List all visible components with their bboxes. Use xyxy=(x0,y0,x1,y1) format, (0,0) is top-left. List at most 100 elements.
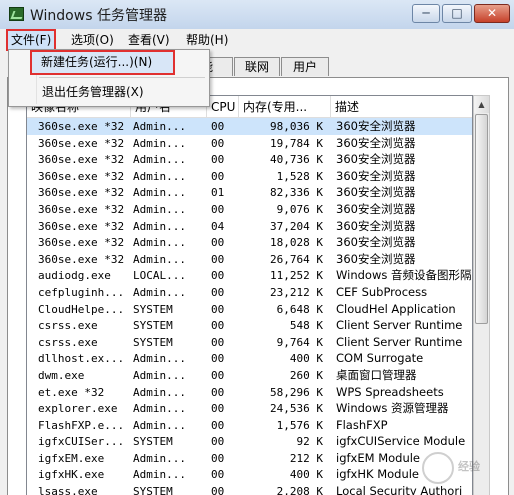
process-row[interactable]: csrss.exe SYSTEM 00 9,764 K Client Server Ru… xyxy=(27,334,472,351)
tab-networking[interactable]: 联网 xyxy=(234,57,280,76)
column-cpu[interactable]: CPU xyxy=(207,96,239,118)
column-memory[interactable]: 内存(专用... xyxy=(239,96,331,118)
process-cpu: 00 xyxy=(211,418,225,432)
process-user-name: Admin... xyxy=(133,385,186,399)
process-user-name: Admin... xyxy=(133,418,186,432)
process-row[interactable]: dwm.exe Admin... 00 260 K 桌面窗口管理器 xyxy=(27,367,472,384)
process-image-name: explorer.exe xyxy=(38,402,118,416)
tab-users[interactable]: 用户 xyxy=(281,57,329,76)
process-user-name: Admin... xyxy=(133,468,186,482)
process-cpu: 00 xyxy=(211,285,225,299)
process-image-name: dllhost.ex... xyxy=(38,352,125,366)
process-cpu: 00 xyxy=(211,302,225,316)
process-cpu: 00 xyxy=(211,136,225,150)
maximize-button[interactable]: □ xyxy=(442,4,472,23)
process-cpu: 00 xyxy=(211,468,225,482)
process-row[interactable]: lsass.exe SYSTEM 00 2,208 K Local Security A… xyxy=(27,483,472,495)
process-row[interactable]: 360se.exe *32 Admin... 04 37,204 K 360安全浏览器 xyxy=(27,218,472,235)
process-memory: 26,764 K xyxy=(270,252,323,266)
process-row[interactable]: et.exe *32 Admin... 00 58,296 K WPS Spreadsh… xyxy=(27,384,472,401)
process-description: 桌面窗口管理器 xyxy=(336,367,417,382)
process-row[interactable]: explorer.exe Admin... 00 24,536 K Windows 资源… xyxy=(27,400,472,417)
process-user-name: SYSTEM xyxy=(133,435,173,449)
process-row[interactable]: 360se.exe *32 Admin... 00 19,784 K 360安全浏览器 xyxy=(27,135,472,152)
process-image-name: csrss.exe xyxy=(38,335,98,349)
process-cpu: 00 xyxy=(211,153,225,167)
process-memory: 11,252 K xyxy=(270,269,323,283)
process-image-name: 360se.exe *32 xyxy=(38,169,125,183)
process-user-name: Admin... xyxy=(133,368,186,382)
process-image-name: CloudHelpe... xyxy=(38,302,125,316)
process-image-name: 360se.exe *32 xyxy=(38,136,125,150)
process-image-name: 360se.exe *32 xyxy=(38,219,125,233)
process-cpu: 00 xyxy=(211,236,225,250)
process-memory: 9,764 K xyxy=(276,335,323,349)
process-row[interactable]: dllhost.ex... Admin... 00 400 K COM Surrogat… xyxy=(27,350,472,367)
process-cpu: 00 xyxy=(211,385,225,399)
process-description: FlashFXP xyxy=(336,417,388,432)
process-user-name: Admin... xyxy=(133,252,186,266)
process-description: Client Server Runtime xyxy=(336,318,463,333)
process-row[interactable]: 360se.exe *32 Admin... 00 18,028 K 360安全浏览器 xyxy=(27,234,472,251)
process-row[interactable]: 360se.exe *32 Admin... 00 26,764 K 360安全浏览器 xyxy=(27,251,472,268)
process-cpu: 00 xyxy=(211,120,225,133)
scrollbar-thumb[interactable] xyxy=(475,114,488,324)
process-description: 360安全浏览器 xyxy=(336,152,416,167)
process-row[interactable]: 360se.exe *32 Admin... 00 9,076 K 360安全浏览器 xyxy=(27,201,472,218)
process-row[interactable]: csrss.exe SYSTEM 00 548 K Client Server Runt… xyxy=(27,317,472,334)
title-bar: Windows 任务管理器 ─ □ ✕ xyxy=(0,0,514,30)
process-user-name: Admin... xyxy=(133,236,186,250)
process-memory: 18,028 K xyxy=(270,236,323,250)
menu-bar: 文件(F) 选项(O) 查看(V) 帮助(H) xyxy=(0,29,514,51)
menu-help[interactable]: 帮助(H) xyxy=(184,31,230,48)
menu-item-exit-task-manager[interactable]: 退出任务管理器(X) xyxy=(9,81,209,103)
vertical-scrollbar[interactable]: ▲ xyxy=(473,95,490,495)
process-row[interactable]: 360se.exe *32 Admin... 00 98,036 K 360安全浏览器 xyxy=(27,118,472,135)
process-row[interactable]: CloudHelpe... SYSTEM 00 6,648 K CloudHel App… xyxy=(27,301,472,318)
process-image-name: 360se.exe *32 xyxy=(38,252,125,266)
process-image-name: FlashFXP.e... xyxy=(38,418,125,432)
window-title: Windows 任务管理器 xyxy=(30,8,167,24)
process-row[interactable]: igfxCUISer... SYSTEM 00 92 KigfxCUIService … xyxy=(27,433,472,450)
process-description: 360安全浏览器 xyxy=(336,135,416,150)
process-row[interactable]: FlashFXP.e... Admin... 00 1,576 K FlashFXP xyxy=(27,417,472,434)
process-row[interactable]: 360se.exe *32 Admin... 00 1,528 K 360安全浏览器 xyxy=(27,168,472,185)
menu-options[interactable]: 选项(O) xyxy=(69,31,116,48)
process-rows: 360se.exe *32 Admin... 00 98,036 K 360安全浏览器 3… xyxy=(27,118,472,495)
menu-view[interactable]: 查看(V) xyxy=(126,31,172,48)
process-row[interactable]: igfxHK.exe Admin... 00 400 KigfxHK Module xyxy=(27,466,472,483)
process-memory: 40,736 K xyxy=(270,153,323,167)
process-user-name: Admin... xyxy=(133,285,186,299)
process-row[interactable]: audiodg.exe LOCAL... 00 11,252 K Windows 音频设… xyxy=(27,267,472,284)
process-description: CEF SubProcess xyxy=(336,284,428,299)
process-row[interactable]: cefpluginh... Admin... 00 23,212 K CEF SubPr… xyxy=(27,284,472,301)
close-button[interactable]: ✕ xyxy=(474,4,510,23)
process-list[interactable]: 映像名称 用户名 CPU 内存(专用... 描述 360se.exe *32 Ad… xyxy=(26,95,473,495)
process-cpu: 00 xyxy=(211,335,225,349)
process-image-name: audiodg.exe xyxy=(38,269,111,283)
process-memory: 400 K xyxy=(289,352,323,366)
process-image-name: csrss.exe xyxy=(38,319,98,333)
process-image-name: igfxCUISer... xyxy=(38,435,125,449)
process-user-name: Admin... xyxy=(133,186,186,200)
process-description: 360安全浏览器 xyxy=(336,168,416,183)
paw-icon xyxy=(422,452,454,484)
scroll-up-arrow-icon[interactable]: ▲ xyxy=(474,96,489,113)
menu-file[interactable]: 文件(F) xyxy=(6,29,57,51)
process-description: Client Server Runtime xyxy=(336,334,463,349)
process-description: 360安全浏览器 xyxy=(336,119,416,133)
process-row[interactable]: igfxEM.exe Admin... 00 212 KigfxEM Module xyxy=(27,450,472,467)
menu-item-new-task[interactable]: 新建任务(运行...)(N) xyxy=(30,50,175,75)
process-memory: 19,784 K xyxy=(270,136,323,150)
process-memory: 92 K xyxy=(296,435,324,449)
process-user-name: Admin... xyxy=(133,352,186,366)
process-row[interactable]: 360se.exe *32 Admin... 01 82,336 K 360安全浏览器 xyxy=(27,184,472,201)
process-description: CloudHel Application xyxy=(336,301,456,316)
process-cpu: 00 xyxy=(211,319,225,333)
process-cpu: 01 xyxy=(211,186,225,200)
process-cpu: 00 xyxy=(211,435,225,449)
minimize-button[interactable]: ─ xyxy=(412,4,440,23)
column-description[interactable]: 描述 xyxy=(331,96,472,118)
process-image-name: 360se.exe *32 xyxy=(38,202,125,216)
process-row[interactable]: 360se.exe *32 Admin... 00 40,736 K 360安全浏览器 xyxy=(27,151,472,168)
